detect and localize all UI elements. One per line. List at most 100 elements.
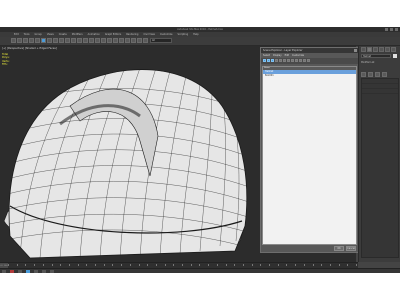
maxscript-listener-icon[interactable] bbox=[2, 270, 6, 273]
hierarchy-tab-icon[interactable] bbox=[373, 47, 378, 52]
display-cameras-icon[interactable] bbox=[275, 59, 278, 62]
display-all-icon[interactable] bbox=[299, 59, 302, 62]
play-icon[interactable] bbox=[26, 270, 30, 273]
timeline-tick bbox=[34, 264, 36, 266]
timeline-tick bbox=[277, 264, 279, 266]
dialog-close-icon[interactable] bbox=[354, 49, 357, 52]
scale-icon[interactable] bbox=[77, 38, 82, 43]
render-icon[interactable] bbox=[143, 38, 148, 43]
angle-snap-icon[interactable] bbox=[89, 38, 94, 43]
timeline-tick bbox=[77, 264, 79, 266]
display-helpers-icon[interactable] bbox=[279, 59, 282, 62]
app-window: Autodesk 3ds Max 2016 - Helmet.max 3 Edi… bbox=[0, 27, 400, 273]
modify-tab-icon[interactable] bbox=[367, 47, 372, 52]
dialog-menu-customize[interactable]: Customize bbox=[292, 54, 304, 57]
menu-item-group[interactable]: Group bbox=[35, 33, 42, 36]
invert-icon[interactable] bbox=[307, 59, 310, 62]
align-icon[interactable] bbox=[107, 38, 112, 43]
object-name-field[interactable]: Helmet bbox=[361, 54, 391, 58]
display-geometry-icon[interactable] bbox=[263, 59, 266, 62]
unlink-icon[interactable] bbox=[29, 38, 34, 43]
menu-item-tools[interactable]: Tools bbox=[24, 33, 30, 36]
list-item[interactable] bbox=[362, 89, 398, 94]
display-none-icon[interactable] bbox=[303, 59, 306, 62]
display-lights-icon[interactable] bbox=[271, 59, 274, 62]
menu-item-graph-editors[interactable]: Graph Editors bbox=[105, 33, 121, 36]
render-setup-icon[interactable] bbox=[137, 38, 142, 43]
set-key-button[interactable] bbox=[18, 270, 22, 273]
zoom-extents-icon[interactable] bbox=[34, 270, 38, 273]
selection-filter-dropdown[interactable]: All bbox=[150, 38, 172, 43]
mirror-icon[interactable] bbox=[101, 38, 106, 43]
schematic-icon[interactable] bbox=[125, 38, 130, 43]
select-by-name-icon[interactable] bbox=[47, 38, 52, 43]
dialog-menu-display[interactable]: Display bbox=[273, 54, 281, 57]
menu-item-scripting[interactable]: Scripting bbox=[178, 33, 189, 36]
command-panel: Helmet Modifier List bbox=[358, 46, 400, 262]
timeline-tick bbox=[234, 264, 236, 266]
cancel-button[interactable]: Cancel bbox=[346, 246, 356, 251]
snap-icon[interactable] bbox=[83, 38, 88, 43]
dialog-menu-edit[interactable]: Edit bbox=[285, 54, 289, 57]
menu-item-rendering[interactable]: Rendering bbox=[126, 33, 138, 36]
close-icon[interactable] bbox=[395, 28, 398, 31]
menu-item-help[interactable]: Help bbox=[193, 33, 198, 36]
menu-item-civil-view[interactable]: Civil View bbox=[143, 33, 155, 36]
menu-item-customize[interactable]: Customize bbox=[160, 33, 173, 36]
viewport-label[interactable]: [+] [Perspective] [Shaded + Edged Faces] bbox=[2, 47, 57, 50]
display-groups-icon[interactable] bbox=[287, 59, 290, 62]
pan-icon[interactable] bbox=[50, 270, 54, 273]
motion-tab-icon[interactable] bbox=[379, 47, 384, 52]
create-tab-icon[interactable] bbox=[361, 47, 366, 52]
timeline-tick bbox=[269, 264, 270, 266]
bind-icon[interactable] bbox=[35, 38, 40, 43]
orbit-icon[interactable] bbox=[42, 270, 46, 273]
dialog-toolbar bbox=[261, 58, 358, 73]
move-icon[interactable] bbox=[65, 38, 70, 43]
display-tab-icon[interactable] bbox=[385, 47, 390, 52]
undo-icon[interactable] bbox=[11, 38, 16, 43]
display-xrefs-icon[interactable] bbox=[291, 59, 294, 62]
show-end-result-icon[interactable] bbox=[368, 72, 373, 77]
dialog-menu-select[interactable]: Select bbox=[263, 54, 270, 57]
display-bones-icon[interactable] bbox=[295, 59, 298, 62]
timeline-tick bbox=[95, 264, 96, 266]
window-crossing-icon[interactable] bbox=[59, 38, 64, 43]
timeline-tick bbox=[25, 264, 27, 266]
modifier-stack[interactable] bbox=[361, 78, 399, 258]
display-shapes-icon[interactable] bbox=[267, 59, 270, 62]
status-bar bbox=[0, 268, 400, 273]
object-color-swatch[interactable] bbox=[393, 54, 397, 58]
utilities-tab-icon[interactable] bbox=[391, 47, 396, 52]
make-unique-icon[interactable] bbox=[375, 72, 380, 77]
display-spacewarps-icon[interactable] bbox=[283, 59, 286, 62]
rect-select-icon[interactable] bbox=[53, 38, 58, 43]
ok-button[interactable]: OK bbox=[334, 246, 344, 251]
modifier-list-dropdown[interactable]: Modifier List bbox=[361, 61, 374, 64]
minimize-icon[interactable] bbox=[385, 28, 388, 31]
menu-item-modifiers[interactable]: Modifiers bbox=[72, 33, 83, 36]
dialog-title[interactable]: Scene Explorer - Layer Explorer bbox=[261, 48, 358, 53]
curve-editor-icon[interactable] bbox=[119, 38, 124, 43]
material-editor-icon[interactable] bbox=[131, 38, 136, 43]
pin-stack-icon[interactable] bbox=[361, 72, 366, 77]
layer-icon[interactable] bbox=[113, 38, 118, 43]
timeline-tick bbox=[242, 264, 244, 266]
dialog-menu: Select Display Edit Customize bbox=[263, 54, 304, 57]
menu-item-views[interactable]: Views bbox=[47, 33, 54, 36]
link-icon[interactable] bbox=[23, 38, 28, 43]
auto-key-button[interactable] bbox=[10, 270, 14, 273]
menu-item-create[interactable]: Create bbox=[59, 33, 67, 36]
percent-snap-icon[interactable] bbox=[95, 38, 100, 43]
rotate-icon[interactable] bbox=[71, 38, 76, 43]
menu-item-edit[interactable]: Edit bbox=[14, 33, 19, 36]
remove-modifier-icon[interactable] bbox=[382, 72, 387, 77]
viewport-stats: Total Polys: Verts: FPS: bbox=[2, 53, 10, 67]
maximize-icon[interactable] bbox=[390, 28, 393, 31]
select-icon[interactable] bbox=[41, 38, 46, 43]
redo-icon[interactable] bbox=[17, 38, 22, 43]
list-item[interactable]: Box001 bbox=[263, 74, 356, 78]
timeline-tick bbox=[199, 264, 201, 266]
timeline-tick bbox=[51, 264, 53, 266]
menu-item-animation[interactable]: Animation bbox=[88, 33, 100, 36]
